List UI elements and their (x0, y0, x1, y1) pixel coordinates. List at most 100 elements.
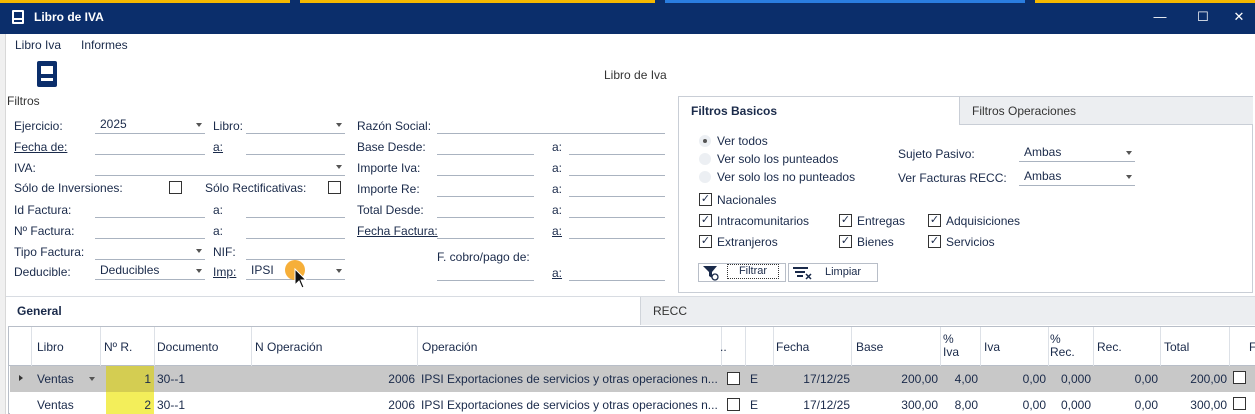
sujeto-pasivo-select[interactable]: Ambas (1019, 145, 1135, 162)
importe-iva-a-field[interactable] (569, 159, 665, 176)
minimize-button[interactable]: — (1151, 9, 1169, 25)
col-pct-rec[interactable]: % Rec. (1050, 333, 1080, 359)
nif-field[interactable] (246, 243, 345, 260)
imp-label[interactable]: Imp: (213, 265, 236, 279)
tab-general[interactable]: General (6, 297, 640, 325)
razon-social-field[interactable] (437, 117, 665, 134)
adquisiciones-checkbox[interactable]: ✓ (928, 214, 941, 227)
fecha-de-field[interactable] (95, 138, 205, 155)
col-f[interactable]: F (1249, 341, 1255, 354)
col-nr[interactable]: Nº R. (104, 341, 132, 354)
col-total[interactable]: Total (1164, 341, 1189, 354)
entregas-checkbox[interactable]: ✓ (839, 214, 852, 227)
row-f-checkbox[interactable] (1233, 371, 1246, 384)
maximize-button[interactable]: ☐ (1194, 9, 1212, 25)
col-pct-iva[interactable]: % Iva (943, 333, 967, 359)
cell-libro: Ventas (37, 372, 74, 386)
row-f-checkbox[interactable] (1233, 397, 1246, 410)
base-desde-field[interactable] (437, 138, 534, 155)
table-row[interactable]: Ventas 2 30--1 2006 IPSI Exportaciones d… (10, 392, 1255, 414)
importe-re-field[interactable] (437, 180, 534, 197)
nacionales-checkbox[interactable]: ✓ (699, 193, 712, 206)
col-dots[interactable]: .. (720, 341, 727, 354)
cobro-pago-field[interactable] (437, 264, 534, 281)
cell-libro: Ventas (37, 398, 74, 412)
radio-ver-no-punteados[interactable] (699, 171, 711, 183)
col-base[interactable]: Base (856, 341, 883, 354)
book-icon (12, 10, 24, 24)
importe-re-a-field[interactable] (569, 180, 665, 197)
filters-label: Filtros (7, 94, 40, 108)
deducible-select[interactable]: Deducibles (95, 263, 205, 280)
total-desde-field[interactable] (437, 201, 534, 218)
solo-rectificativas-checkbox[interactable] (328, 181, 341, 194)
base-a-field[interactable] (569, 138, 665, 155)
filters-book-icon[interactable] (37, 61, 57, 87)
id-factura-a-field[interactable] (246, 201, 345, 218)
chevron-down-icon (196, 249, 202, 253)
filter-panel: Filtros Basicos Filtros Operaciones Ver … (678, 96, 1253, 293)
servicios-checkbox[interactable]: ✓ (928, 235, 941, 248)
col-libro[interactable]: Libro (37, 341, 64, 354)
col-n-operacion[interactable]: N Operación (255, 341, 322, 354)
filtrar-button[interactable]: Filtrar (698, 263, 786, 282)
row-checkbox[interactable] (727, 398, 740, 411)
ver-recc-select[interactable]: Ambas (1019, 169, 1135, 186)
n-factura-a-field[interactable] (246, 222, 345, 239)
tab-recc[interactable]: RECC (640, 297, 1255, 325)
filter-icon (703, 266, 719, 281)
filtrar-label: Filtrar (727, 264, 779, 279)
clear-filter-icon (793, 267, 812, 280)
chevron-down-icon (1126, 175, 1132, 179)
radio-ver-punteados[interactable] (699, 153, 711, 165)
extranjeros-checkbox[interactable]: ✓ (699, 235, 712, 248)
col-documento[interactable]: Documento (157, 341, 218, 354)
ejercicio-label: Ejercicio: (14, 119, 63, 133)
fecha-factura-field[interactable] (437, 222, 534, 239)
col-fecha[interactable]: Fecha (776, 341, 809, 354)
cell-iva: 0,00 (1022, 372, 1046, 386)
limpiar-button[interactable]: Limpiar (788, 263, 878, 282)
fecha-factura-label[interactable]: Fecha Factura: (357, 224, 438, 238)
fecha-factura-a-label[interactable]: a: (552, 224, 562, 238)
cobro-pago-a-label[interactable]: a: (552, 266, 562, 280)
solo-inversiones-checkbox[interactable] (169, 181, 182, 194)
cell-fecha: 17/12/25 (803, 372, 850, 386)
fecha-a-label[interactable]: a: (213, 140, 223, 154)
fecha-factura-a-field[interactable] (569, 222, 665, 239)
chevron-down-icon (1126, 151, 1132, 155)
tipo-factura-select[interactable] (95, 243, 205, 260)
table-row[interactable]: Ventas 1 30--1 2006 IPSI Exportaciones d… (10, 366, 1255, 392)
bienes-checkbox[interactable]: ✓ (839, 235, 852, 248)
total-a-field[interactable] (569, 201, 665, 218)
n-factura-field[interactable] (95, 222, 205, 239)
radio-ver-todos[interactable] (699, 135, 711, 147)
fecha-de-label[interactable]: Fecha de: (14, 140, 67, 154)
col-operacion[interactable]: Operación (422, 341, 477, 354)
menu-informes[interactable]: Informes (81, 38, 128, 52)
row-checkbox[interactable] (727, 372, 740, 385)
col-rec[interactable]: Rec. (1097, 341, 1122, 354)
iva-label: IVA: (14, 161, 36, 175)
col-iva[interactable]: Iva (984, 341, 1000, 354)
iva-select[interactable] (95, 159, 345, 176)
tab-filtros-basicos[interactable]: Filtros Basicos (679, 97, 959, 125)
ejercicio-select[interactable]: 2025 (95, 117, 205, 134)
intracomunitarios-checkbox[interactable]: ✓ (699, 214, 712, 227)
id-factura-field[interactable] (95, 201, 205, 218)
entregas-label: Entregas (857, 214, 906, 228)
cell-total: 200,00 (1190, 372, 1227, 386)
cobro-pago-label: F. cobro/pago de: (437, 250, 530, 264)
close-button[interactable]: ✕ (1230, 9, 1248, 25)
fecha-a-field[interactable] (246, 138, 345, 155)
chevron-down-icon (336, 123, 342, 127)
tab-filtros-operaciones[interactable]: Filtros Operaciones (959, 97, 1253, 125)
chevron-down-icon[interactable] (89, 377, 95, 381)
menu-libro-iva[interactable]: Libro Iva (15, 38, 61, 52)
cell-iva: 0,00 (1022, 398, 1046, 412)
cell-pct-rec: 0,000 (1060, 372, 1091, 386)
libro-select[interactable] (246, 117, 345, 134)
cobro-pago-a-field[interactable] (569, 264, 665, 281)
n-factura-label: Nº Factura: (14, 224, 75, 238)
importe-iva-field[interactable] (437, 159, 534, 176)
